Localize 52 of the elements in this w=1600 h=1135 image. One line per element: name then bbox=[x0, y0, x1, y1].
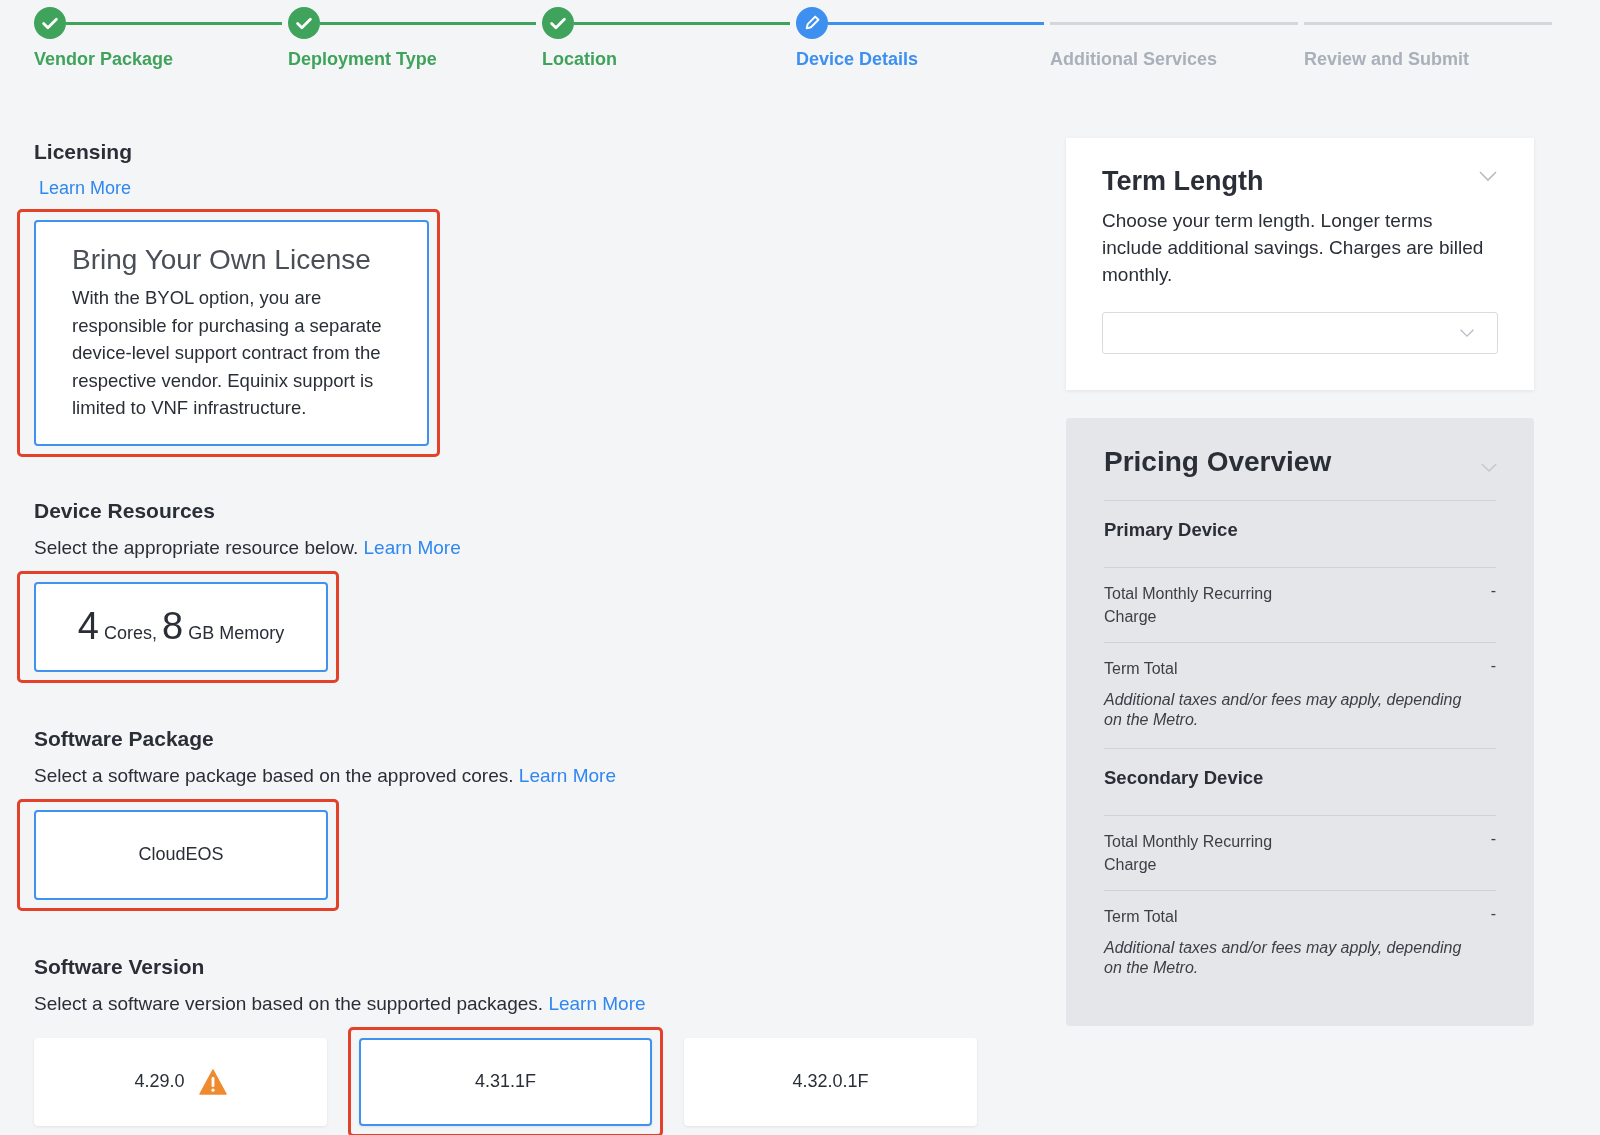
card-title: Bring Your Own License bbox=[72, 244, 372, 276]
section-description: Select a software package based on the approved cores. Learn More bbox=[34, 764, 616, 787]
step-label[interactable]: Additional Services bbox=[1050, 49, 1218, 70]
section-title: Licensing bbox=[34, 140, 133, 164]
price-label: Total Monthly Recurring Charge bbox=[1104, 584, 1274, 627]
card-description: With the BYOL option, you are responsible for purchasing a separate device-level support contract from the respective vendor. Equinix support is limited to VNF infrastructure. bbox=[72, 286, 383, 420]
license-card[interactable]: Bring Your Own License With the BYOL option, you are responsible for purchasing a separate device-level support contract from the respective vendor. Equinix support is limited to VNF infrastructure. bbox=[34, 220, 429, 446]
learn-more-link[interactable]: Learn More bbox=[39, 178, 132, 199]
version-card[interactable]: 4.29.0 bbox=[34, 1037, 327, 1126]
price-label: Term Total bbox=[1104, 659, 1179, 679]
version-label: 4.29.0 bbox=[134, 1071, 185, 1092]
step-label[interactable]: Location bbox=[542, 49, 617, 70]
price-value: - bbox=[1490, 905, 1496, 923]
pricing-note: Additional taxes and/or fees may apply, depending on the Metro. bbox=[1104, 690, 1463, 730]
step-label[interactable]: Review and Submit bbox=[1304, 49, 1470, 70]
panel-title: Term Length bbox=[1102, 166, 1265, 197]
section-description: Select the appropriate resource below. Learn More bbox=[34, 536, 461, 559]
version-label: 4.31.1F bbox=[474, 1071, 536, 1092]
group-title: Secondary Device bbox=[1104, 767, 1496, 816]
pricing-note: Additional taxes and/or fees may apply, depending on the Metro. bbox=[1104, 938, 1463, 978]
pencil-icon bbox=[796, 7, 828, 39]
section-title: Device Resources bbox=[34, 498, 215, 523]
price-label: Total Monthly Recurring Charge bbox=[1104, 832, 1274, 875]
section-title: Software Version bbox=[34, 954, 205, 979]
price-value: - bbox=[1490, 830, 1496, 848]
check-icon bbox=[542, 7, 574, 39]
package-card[interactable]: CloudEOS bbox=[34, 809, 328, 900]
section-description: Select a software version based on the supported packages. Learn More bbox=[34, 992, 646, 1015]
step-label[interactable]: Vendor Package bbox=[34, 49, 174, 70]
group-title: Primary Device bbox=[1104, 519, 1496, 568]
chevron-down-icon bbox=[1459, 328, 1475, 338]
price-value: - bbox=[1490, 657, 1496, 675]
term-length-dropdown[interactable] bbox=[1102, 312, 1498, 354]
version-label: 4.32.0.1F bbox=[792, 1071, 869, 1092]
step-label[interactable]: Device Details bbox=[796, 49, 919, 70]
resource-label: 4 Cores,8 GB Memory bbox=[77, 605, 285, 648]
version-card[interactable]: 4.31.1F bbox=[359, 1037, 652, 1126]
step-label[interactable]: Deployment Type bbox=[288, 49, 437, 70]
section-title: Software Package bbox=[34, 726, 214, 751]
learn-more-link[interactable]: Learn More bbox=[363, 536, 461, 558]
check-icon bbox=[288, 7, 320, 39]
version-card[interactable]: 4.32.0.1F bbox=[684, 1037, 977, 1126]
learn-more-link[interactable]: Learn More bbox=[548, 992, 646, 1014]
chevron-down-icon[interactable] bbox=[1478, 170, 1498, 182]
panel-title: Pricing Overview bbox=[1104, 446, 1333, 479]
chevron-down-icon[interactable] bbox=[1480, 462, 1498, 473]
check-icon bbox=[34, 7, 66, 39]
price-label: Term Total bbox=[1104, 907, 1179, 927]
panel-description: Choose your term length. Longer terms include additional savings. Charges are billed monthly. bbox=[1102, 209, 1485, 287]
price-value: - bbox=[1490, 582, 1496, 600]
resource-card[interactable]: 4 Cores,8 GB Memory bbox=[34, 581, 328, 672]
learn-more-link[interactable]: Learn More bbox=[518, 764, 616, 786]
